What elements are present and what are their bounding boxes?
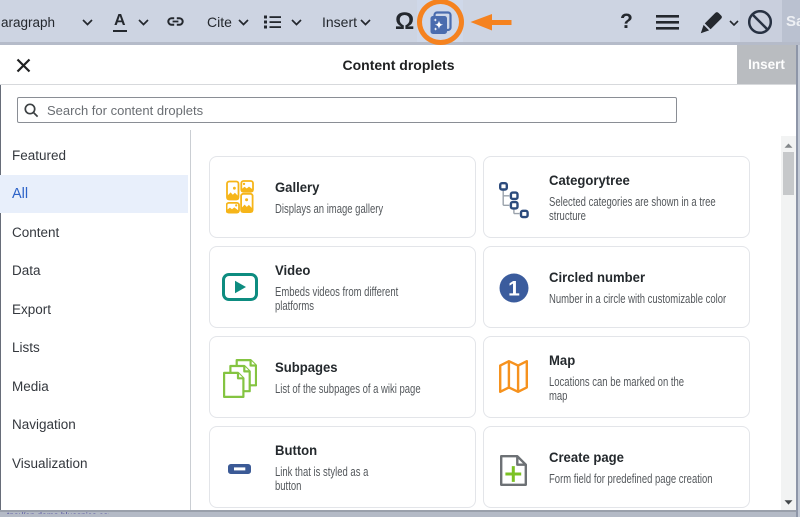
svg-text:1: 1 — [508, 278, 520, 301]
